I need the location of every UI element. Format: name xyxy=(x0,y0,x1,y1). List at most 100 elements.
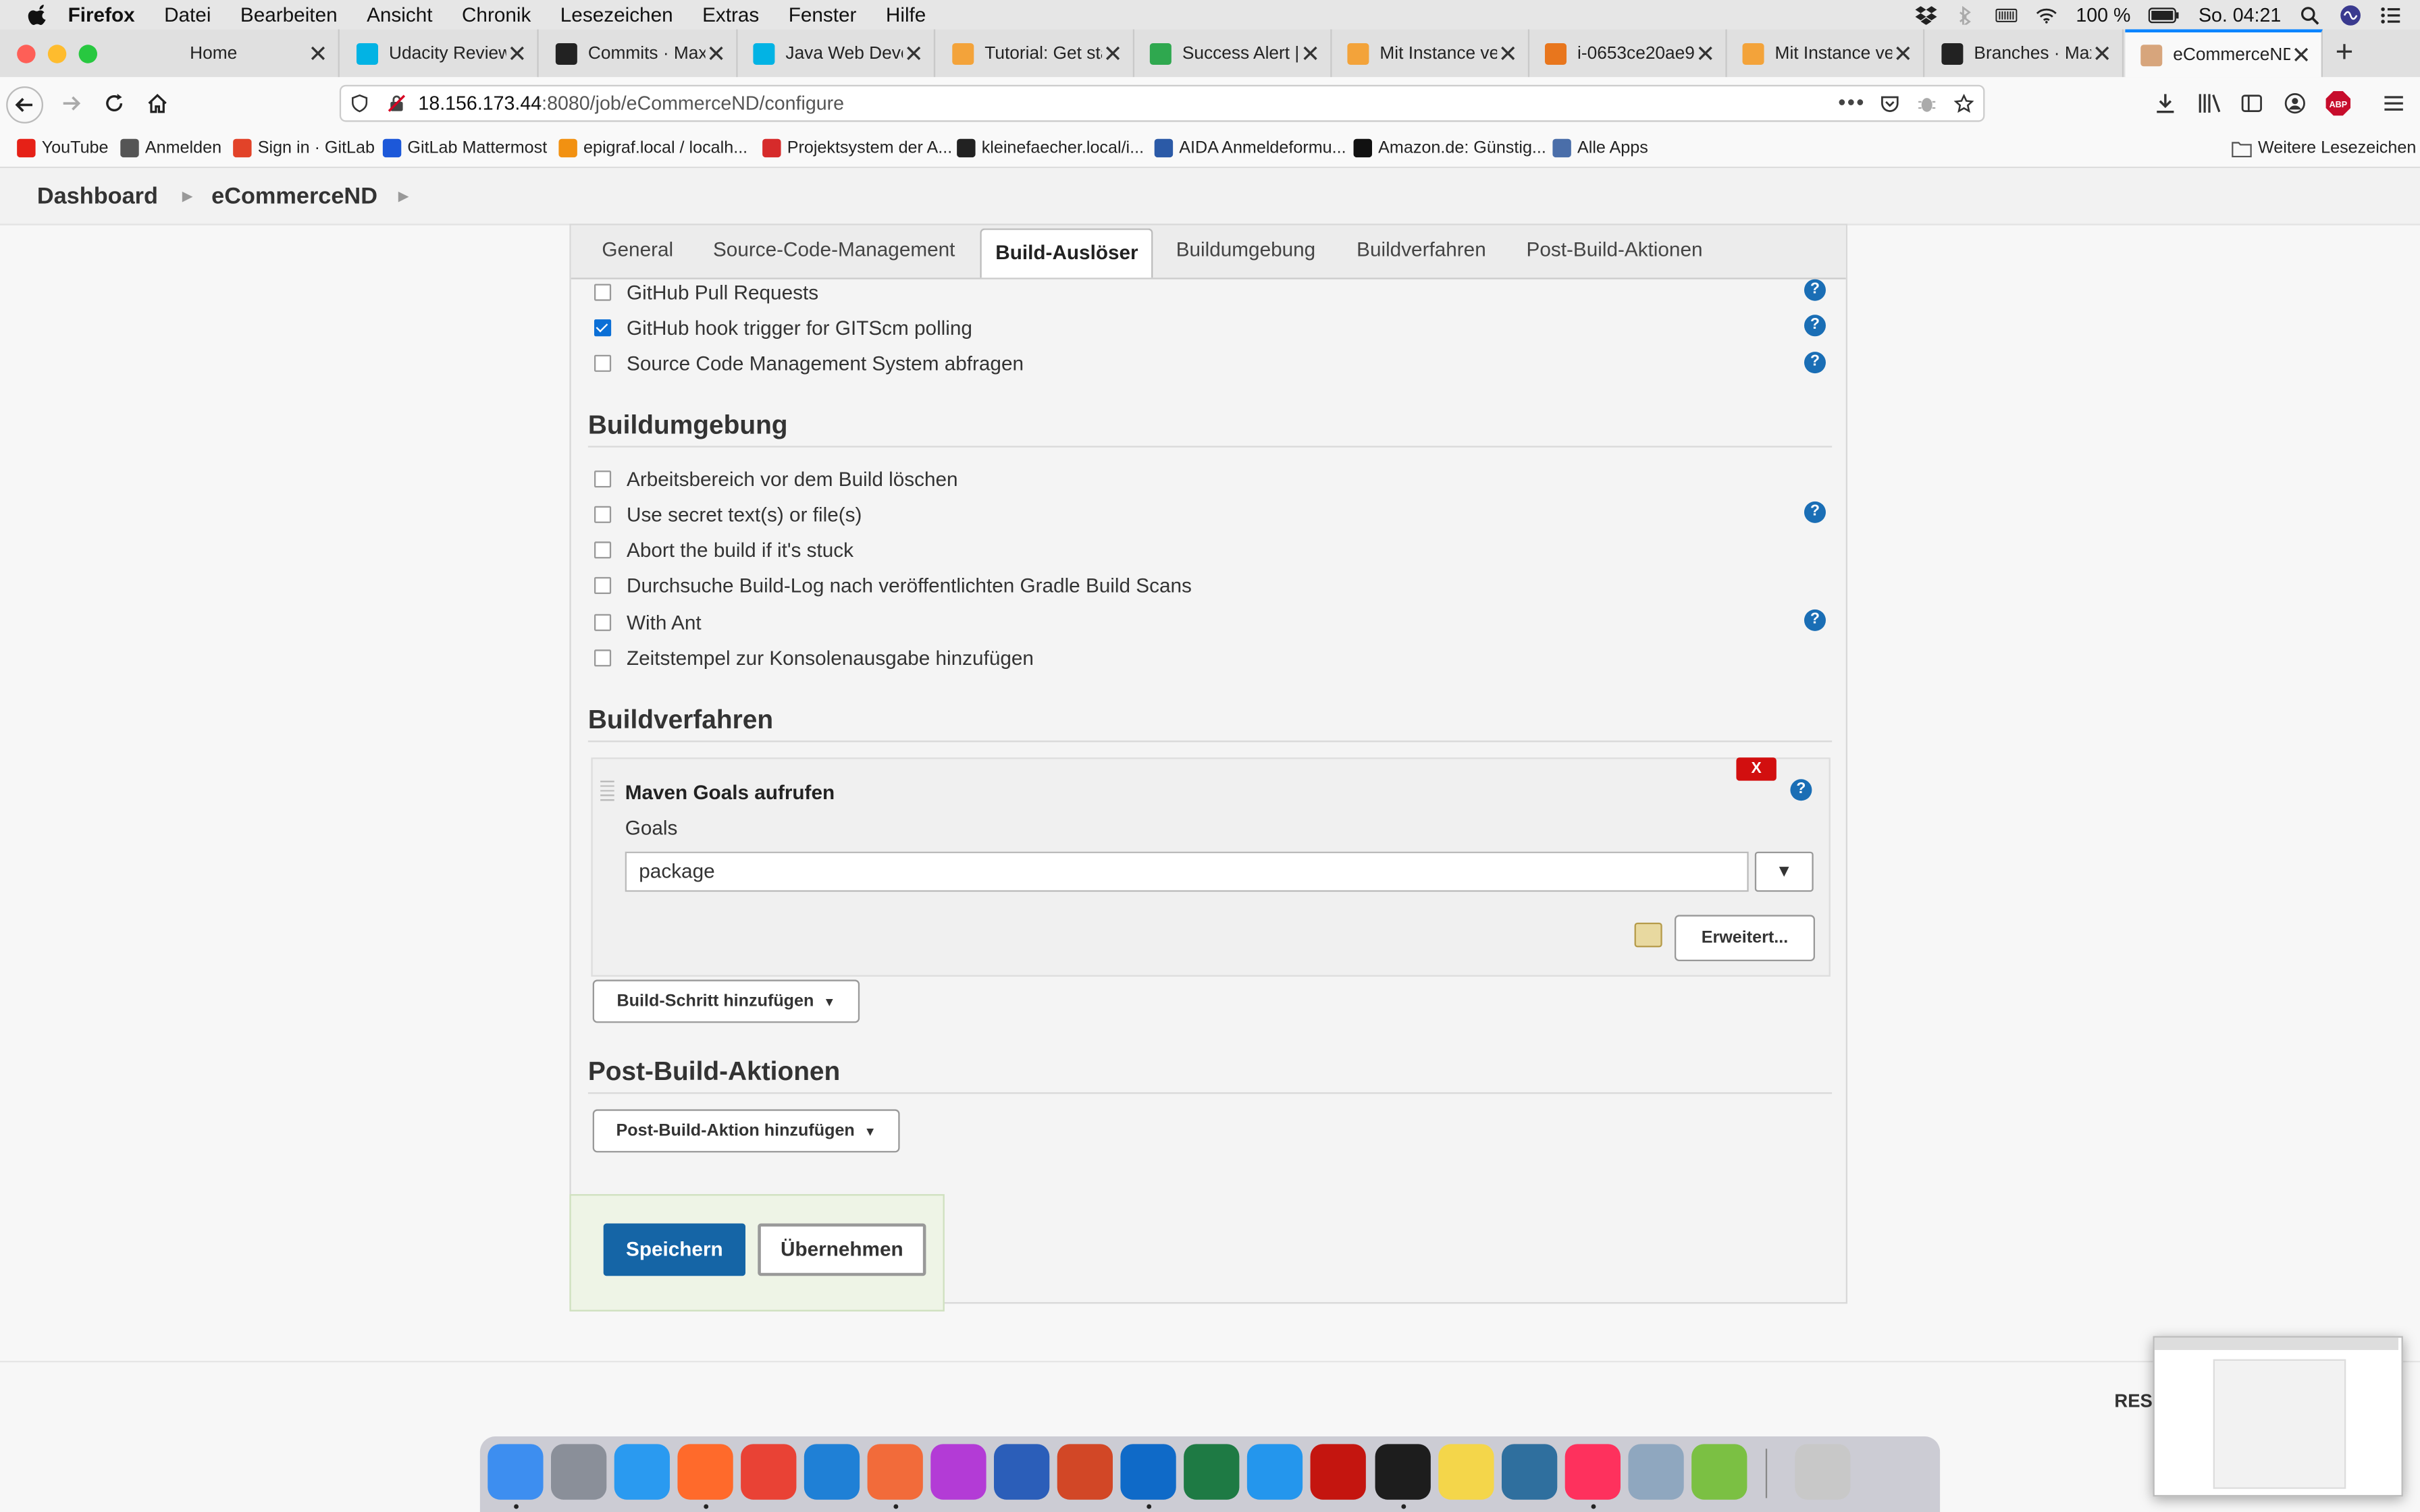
browser-tab[interactable]: Udacity Reviews✕ xyxy=(341,29,539,78)
help-icon[interactable]: ? xyxy=(1790,779,1812,801)
menu-fenster[interactable]: Fenster xyxy=(789,3,857,26)
apple-icon[interactable] xyxy=(28,3,49,26)
finder-icon[interactable] xyxy=(488,1444,544,1500)
trigger-github-pull-requests[interactable]: GitHub Pull Requests xyxy=(594,277,818,305)
menubar-clock[interactable]: So. 04:21 xyxy=(2199,4,2281,26)
breadcrumb-dashboard[interactable]: Dashboard xyxy=(37,184,158,210)
close-tab-icon[interactable]: ✕ xyxy=(2290,41,2312,69)
extension-bug-icon[interactable] xyxy=(1917,94,1937,114)
menu-hilfe[interactable]: Hilfe xyxy=(886,3,926,26)
trash-icon[interactable] xyxy=(1795,1444,1851,1500)
browser-tab[interactable]: Mit Instance ver ✕ xyxy=(1727,29,1925,78)
browser-tab[interactable]: Branches · Maxi ✕ xyxy=(1926,29,2124,78)
sidebar-icon[interactable] xyxy=(2241,92,2263,114)
close-tab-icon[interactable]: ✕ xyxy=(506,39,528,68)
wifi-icon[interactable] xyxy=(2036,5,2057,24)
close-tab-icon[interactable]: ✕ xyxy=(903,39,924,68)
env-option-timestamps[interactable]: Zeitstempel zur Konsolenausgabe hinzufüg… xyxy=(594,643,1034,671)
bookmark-item[interactable]: Projektsystem der A... xyxy=(762,136,952,161)
memory-meter-icon[interactable] xyxy=(1995,5,2018,24)
outlook-icon[interactable] xyxy=(1120,1444,1176,1500)
tracking-protection-shield-icon[interactable] xyxy=(350,94,369,113)
library-icon[interactable] xyxy=(2198,92,2223,114)
goals-expand-button[interactable]: ▼ xyxy=(1754,851,1814,892)
tab-post-build-actions[interactable]: Post-Build-Aktionen xyxy=(1527,238,1703,261)
terminal-icon[interactable] xyxy=(1375,1444,1431,1500)
tab-general[interactable]: General xyxy=(602,238,673,261)
bluetooth-icon[interactable] xyxy=(1955,5,1977,24)
env-option-secret-text[interactable]: Use secret text(s) or file(s) xyxy=(594,500,862,528)
trigger-github-hook[interactable]: GitHub hook trigger for GITScm polling xyxy=(594,313,972,341)
safari-icon[interactable] xyxy=(614,1444,670,1500)
save-button[interactable]: Speichern xyxy=(603,1223,745,1276)
browser-tab[interactable]: Home ✕ xyxy=(142,29,340,78)
menu-datei[interactable]: Datei xyxy=(164,3,211,26)
forward-button[interactable] xyxy=(53,85,90,122)
bookmark-item[interactable]: YouTube xyxy=(17,136,109,161)
vscode-icon[interactable] xyxy=(804,1444,860,1500)
checkbox[interactable] xyxy=(594,318,612,336)
bookmark-item[interactable]: Anmelden xyxy=(120,136,221,161)
env-option-gradle-build-scans[interactable]: Durchsuche Build-Log nach veröffentlicht… xyxy=(594,571,1192,599)
screenshot-preview-thumbnail[interactable] xyxy=(2153,1336,2403,1497)
close-tab-icon[interactable]: ✕ xyxy=(1892,39,1914,68)
drag-handle-icon[interactable] xyxy=(600,780,614,803)
mysql-workbench-icon[interactable] xyxy=(1501,1444,1558,1500)
docker-icon[interactable] xyxy=(1246,1444,1303,1500)
bookmark-item[interactable]: epigraf.local / localh... xyxy=(558,136,747,161)
browser-tab[interactable]: Success Alert | S✕ xyxy=(1134,29,1332,78)
checkbox[interactable] xyxy=(594,283,612,300)
close-tab-icon[interactable]: ✕ xyxy=(2091,39,2113,68)
intellij-icon[interactable] xyxy=(1564,1444,1621,1500)
page-actions-icon[interactable]: ••• xyxy=(1838,85,1865,119)
advanced-button[interactable]: Erweitert... xyxy=(1674,915,1815,961)
menu-ansicht[interactable]: Ansicht xyxy=(367,3,432,26)
window-close-button[interactable] xyxy=(17,45,36,63)
add-build-step-button[interactable]: Build-Schritt hinzufügen ▼ xyxy=(592,979,860,1023)
notes-icon[interactable] xyxy=(1438,1444,1494,1500)
close-tab-icon[interactable]: ✕ xyxy=(307,39,329,68)
menu-bearbeiten[interactable]: Bearbeiten xyxy=(240,3,338,26)
tab-source-code-management[interactable]: Source-Code-Management xyxy=(713,238,955,261)
menu-app-firefox[interactable]: Firefox xyxy=(68,3,135,26)
bookmark-item[interactable]: AIDA Anmeldeformu... xyxy=(1154,136,1346,161)
help-icon[interactable]: ? xyxy=(1804,279,1826,301)
preview-icon[interactable] xyxy=(1628,1444,1684,1500)
help-icon[interactable]: ? xyxy=(1804,609,1826,631)
account-icon[interactable] xyxy=(2284,92,2306,114)
browser-tab[interactable]: Tutorial: Get sta ✕ xyxy=(937,29,1134,78)
menu-extras[interactable]: Extras xyxy=(702,3,759,26)
bookmark-item[interactable]: kleinefaecher.local/i... xyxy=(957,136,1144,161)
browser-tab[interactable]: Java Web Develo✕ xyxy=(738,29,936,78)
window-zoom-button[interactable] xyxy=(78,45,97,63)
launchpad-icon[interactable] xyxy=(550,1444,607,1500)
bookmark-item[interactable]: GitLab Mattermost xyxy=(382,136,547,161)
browser-tab[interactable]: Commits · Maxim✕ xyxy=(540,29,738,78)
shell-launcher-icon[interactable] xyxy=(1691,1444,1747,1500)
bookmark-star-icon[interactable] xyxy=(1953,94,1974,114)
close-tab-icon[interactable]: ✕ xyxy=(706,39,727,68)
close-tab-icon[interactable]: ✕ xyxy=(1695,39,1716,68)
word-icon[interactable] xyxy=(993,1444,1050,1500)
browser-tab[interactable]: eCommerceND C✕ xyxy=(2125,29,2323,78)
powerpoint-icon[interactable] xyxy=(1057,1444,1113,1500)
postman-icon[interactable] xyxy=(867,1444,923,1500)
bookmark-item[interactable]: Amazon.de: Günstig... xyxy=(1353,136,1546,161)
close-tab-icon[interactable]: ✕ xyxy=(1300,39,1321,68)
breadcrumb-job[interactable]: eCommerceND xyxy=(211,184,377,210)
browser-tab[interactable]: Mit Instance ver ✕ xyxy=(1332,29,1530,78)
add-post-build-action-button[interactable]: Post-Build-Aktion hinzufügen ▼ xyxy=(592,1109,900,1153)
acrobat-icon[interactable] xyxy=(1310,1444,1366,1500)
pocket-icon[interactable] xyxy=(1880,94,1900,114)
battery-icon[interactable] xyxy=(2149,5,2180,24)
reload-button[interactable] xyxy=(96,85,133,122)
downloads-icon[interactable] xyxy=(2155,92,2176,114)
breadcrumb-separator-icon[interactable]: ▶ xyxy=(398,188,409,205)
help-icon[interactable]: ? xyxy=(1804,352,1826,374)
hamburger-menu-icon[interactable] xyxy=(2383,92,2404,114)
spotlight-search-icon[interactable] xyxy=(2300,5,2321,24)
help-icon[interactable]: ? xyxy=(1804,315,1826,337)
env-option-with-ant[interactable]: With Ant xyxy=(594,608,702,636)
close-tab-icon[interactable]: ✕ xyxy=(1497,39,1519,68)
checkbox[interactable] xyxy=(594,613,612,630)
